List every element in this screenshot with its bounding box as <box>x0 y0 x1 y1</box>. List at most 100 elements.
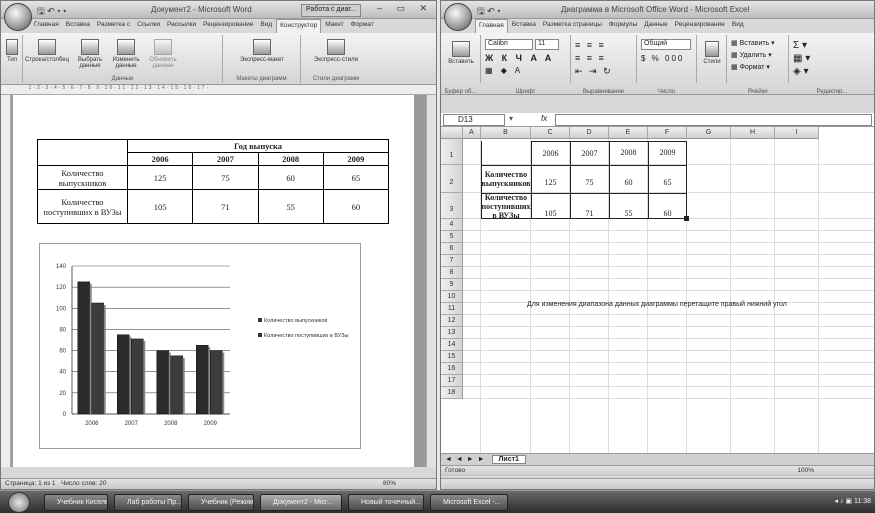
font-name-select[interactable]: Calibri <box>485 39 533 50</box>
row-header[interactable]: 5 <box>441 231 463 243</box>
sheet-nav-buttons[interactable]: ◄ ◄ ► ► <box>445 456 486 463</box>
delete-cells-button[interactable]: ▦ Удалить ▾ <box>731 51 772 59</box>
formula-input[interactable] <box>555 114 872 126</box>
taskbar-item[interactable]: Microsoft Excel -... <box>430 494 508 511</box>
word-tab[interactable]: Ссылки <box>134 19 163 33</box>
excel-quick-access-toolbar[interactable]: 🖫 ↶ ▾ <box>477 4 501 20</box>
editing-buttons[interactable]: Σ ▾ ▦ ▾ ◈ ▾ <box>793 39 810 78</box>
excel-office-button[interactable] <box>444 3 472 31</box>
row-header[interactable]: 17 <box>441 375 463 387</box>
word-tab[interactable]: Формат <box>348 19 377 33</box>
row-header[interactable]: 2 <box>441 165 463 193</box>
cell-b2[interactable]: 125 <box>531 171 570 193</box>
row-header[interactable]: 7 <box>441 255 463 267</box>
cell-b3[interactable]: 105 <box>531 207 570 219</box>
column-header[interactable]: I <box>775 127 819 139</box>
insert-cells-button[interactable]: ▦ Вставить ▾ <box>731 39 775 47</box>
fx-icon[interactable]: fx <box>541 114 547 123</box>
column-header[interactable]: A <box>463 127 481 139</box>
row-header[interactable]: 14 <box>441 339 463 351</box>
office-button[interactable] <box>4 3 32 31</box>
row-header[interactable]: 3 <box>441 193 463 219</box>
excel-zoom-level[interactable]: 100% <box>797 467 814 474</box>
select-all-corner[interactable] <box>441 127 463 139</box>
column-header[interactable]: G <box>687 127 731 139</box>
vertical-ruler[interactable] <box>1 95 11 467</box>
horizontal-ruler[interactable]: ·1·2·3·4·5·6·7·8·9·10·11·12·13·14·15·16·… <box>1 85 436 95</box>
start-button[interactable] <box>8 492 30 513</box>
spreadsheet-grid[interactable]: ABCDEFGHI 1 2 3 4 5 6 7 8 9 10 11 12 13 14 15 16 17 18 20… <box>441 127 874 453</box>
column-header[interactable]: F <box>648 127 687 139</box>
cell-c2[interactable]: 75 <box>570 171 609 193</box>
font-size-select[interactable]: 11 <box>535 39 559 50</box>
word-tab[interactable]: Макет <box>322 19 346 33</box>
cell-c1[interactable]: 2007 <box>570 141 609 165</box>
word-vertical-scrollbar[interactable] <box>426 95 436 467</box>
alignment-buttons[interactable]: ≡ ≡ ≡ ≡ ≡ ≡ ⇤ ⇥ ↻ <box>575 39 613 78</box>
word-window-controls[interactable]: – ▭ ✕ <box>377 3 433 14</box>
row-header[interactable]: 16 <box>441 363 463 375</box>
word-tab[interactable]: Конструктор <box>276 19 322 33</box>
select-data-button[interactable]: Выбрать данные <box>73 39 107 69</box>
number-format-buttons[interactable]: $ % 000 <box>641 54 684 63</box>
row-header[interactable]: 8 <box>441 267 463 279</box>
cell-a3[interactable]: Количество поступивших в ВУЗы <box>481 193 531 220</box>
cell-e1[interactable]: 2009 <box>648 141 687 163</box>
taskbar-item[interactable]: Лаб работы Пр... <box>114 494 182 511</box>
name-box[interactable]: D13 <box>443 114 505 126</box>
tray-icons[interactable]: ◂ ♪ ▣ <box>835 498 854 505</box>
row-header[interactable]: 6 <box>441 243 463 255</box>
document-page[interactable]: Год выпуска 2006 2007 2008 2009 Количест… <box>13 95 414 467</box>
column-header[interactable]: H <box>731 127 775 139</box>
row-header[interactable]: 15 <box>441 351 463 363</box>
word-tab[interactable]: Разметка с <box>94 19 133 33</box>
font-color-buttons[interactable]: ▦ ◆ A <box>485 66 523 75</box>
cell-a2[interactable]: Количество выпускников <box>481 165 531 193</box>
taskbar-item[interactable]: Новый точечный... <box>348 494 424 511</box>
row-header[interactable]: 1 <box>441 139 463 165</box>
row-header[interactable]: 13 <box>441 327 463 339</box>
name-box-dropdown-icon[interactable]: ▾ <box>509 114 513 123</box>
excel-tab[interactable]: Разметка страницы <box>540 19 605 33</box>
styles-button[interactable]: Стили <box>699 41 725 65</box>
row-header[interactable]: 18 <box>441 387 463 399</box>
cell-c3[interactable]: 71 <box>570 207 609 219</box>
sheet-tab-list1[interactable]: Лист1 <box>491 455 526 464</box>
edit-data-button[interactable]: Изменить данные <box>109 39 143 69</box>
column-header[interactable]: D <box>570 127 609 139</box>
cell-e3[interactable]: 60 <box>648 207 687 219</box>
status-word-count[interactable]: Число слов: 20 <box>61 480 107 487</box>
excel-tab[interactable]: Вид <box>729 19 747 33</box>
cell-d3[interactable]: 55 <box>609 207 648 219</box>
excel-tab[interactable]: Данные <box>641 19 670 33</box>
word-quick-access-toolbar[interactable]: 🖫 ↶ ▾ ▾ <box>37 4 66 20</box>
column-header[interactable]: E <box>609 127 648 139</box>
quick-layout-button[interactable]: Экспресс-макет <box>227 39 297 63</box>
embedded-chart[interactable]: 0 20 40 60 80 100 120 140 2006 2007 2008 2009 Колич… <box>39 243 361 449</box>
excel-tab[interactable]: Формулы <box>606 19 640 33</box>
word-zoom-level[interactable]: 80% <box>383 480 396 487</box>
word-tab[interactable]: Вид <box>257 19 275 33</box>
switch-row-column-button[interactable]: Строка/столбец <box>25 39 69 63</box>
status-page[interactable]: Страница: 1 из 1 <box>5 480 56 487</box>
format-cells-button[interactable]: ▦ Формат ▾ <box>731 63 770 71</box>
taskbar-item[interactable]: Учебник (Режим... <box>188 494 254 511</box>
row-header[interactable]: 12 <box>441 315 463 327</box>
word-tab[interactable]: Рецензирование <box>200 19 256 33</box>
column-header[interactable]: B <box>481 127 531 139</box>
taskbar-item[interactable]: Учебник Киселев... <box>44 494 108 511</box>
column-header[interactable]: C <box>531 127 570 139</box>
excel-tab[interactable]: Главная <box>475 19 508 33</box>
system-tray[interactable]: ◂ ♪ ▣ 11:38 <box>835 497 871 505</box>
refresh-data-button[interactable]: Обновить данные <box>145 39 181 69</box>
number-format-select[interactable]: Общий <box>641 39 691 50</box>
row-header[interactable]: 9 <box>441 279 463 291</box>
font-style-buttons[interactable]: Ж К Ч A A <box>485 53 554 63</box>
taskbar-item[interactable]: Документ2 - Micr... <box>260 494 342 511</box>
word-tab[interactable]: Главная <box>31 19 62 33</box>
row-header[interactable]: 11 <box>441 303 463 315</box>
quick-styles-button[interactable]: Экспресс-стили <box>305 39 367 63</box>
paste-button[interactable]: Вставить <box>443 41 479 65</box>
cell-d1[interactable]: 2008 <box>609 141 648 163</box>
cell-e2[interactable]: 65 <box>648 171 687 193</box>
